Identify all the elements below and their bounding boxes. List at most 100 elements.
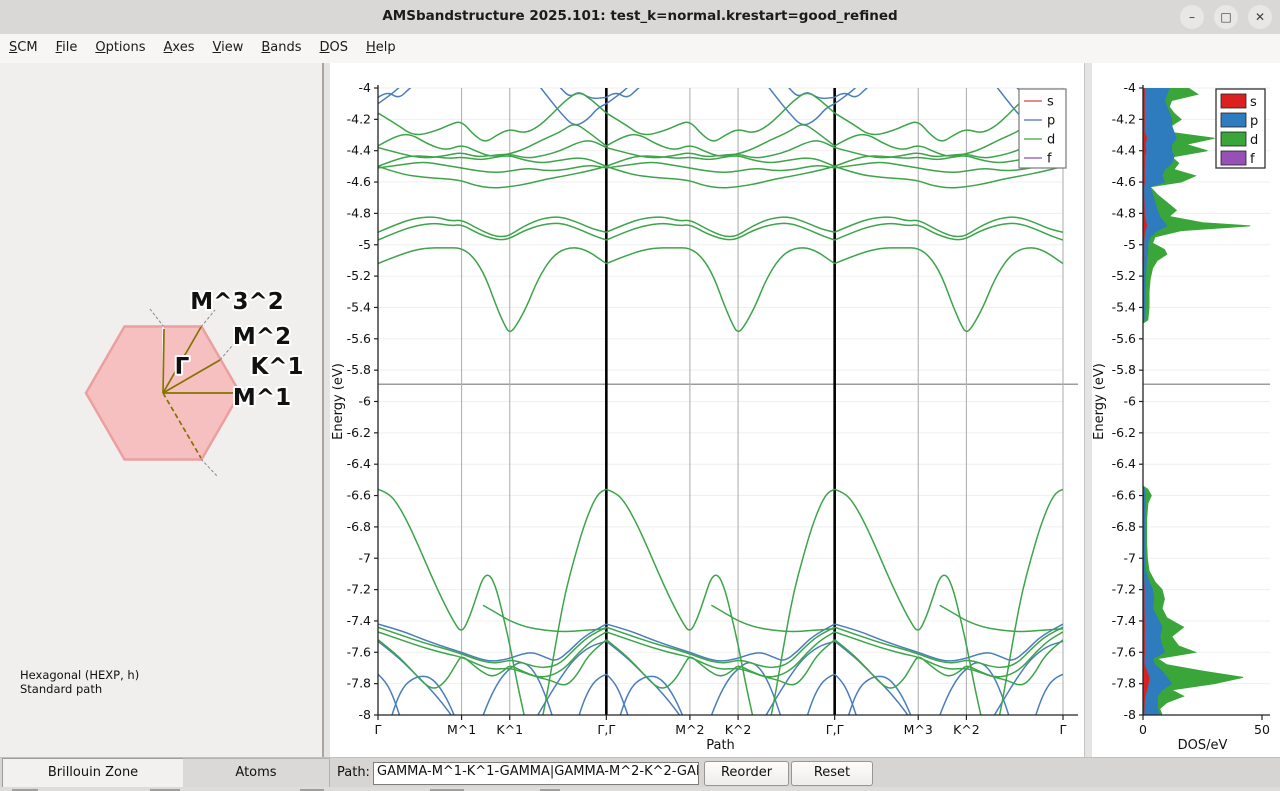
bz-label: K^1 bbox=[250, 354, 303, 380]
svg-text:-8: -8 bbox=[1124, 707, 1137, 722]
svg-text:-7.8: -7.8 bbox=[347, 676, 371, 691]
menu-options[interactable]: Options bbox=[86, 34, 154, 55]
window-title: AMSbandstructure 2025.101: test_k=normal… bbox=[0, 8, 1280, 24]
svg-text:-5.2: -5.2 bbox=[1112, 268, 1136, 283]
svg-text:-7.2: -7.2 bbox=[347, 582, 371, 597]
bz-label: M^2 bbox=[233, 324, 291, 350]
tab-atoms[interactable]: Atoms bbox=[183, 758, 330, 788]
svg-text:DOS/eV: DOS/eV bbox=[1178, 738, 1228, 753]
menu-axes[interactable]: Axes bbox=[155, 34, 204, 55]
bottom-bar: Brillouin Zone Atoms Path: GAMMA-M^1-K^1… bbox=[0, 757, 1280, 788]
svg-text:-6.6: -6.6 bbox=[1112, 488, 1136, 503]
svg-text:M^1: M^1 bbox=[447, 722, 476, 737]
reset-button[interactable]: Reset bbox=[791, 761, 873, 786]
svg-text:K^2: K^2 bbox=[953, 722, 980, 737]
svg-text:-7: -7 bbox=[359, 550, 371, 565]
svg-text:-5: -5 bbox=[1124, 237, 1136, 252]
svg-text:-4: -4 bbox=[359, 80, 372, 95]
svg-text:-5.2: -5.2 bbox=[347, 268, 371, 283]
svg-text:-6: -6 bbox=[1124, 394, 1137, 409]
svg-text:-5: -5 bbox=[359, 237, 371, 252]
app-window: AMSbandstructure 2025.101: test_k=normal… bbox=[0, 0, 1280, 791]
svg-text:-7.8: -7.8 bbox=[1112, 676, 1136, 691]
svg-text:-7.2: -7.2 bbox=[1112, 582, 1136, 597]
svg-text:d: d bbox=[1250, 133, 1258, 148]
svg-text:-7: -7 bbox=[1124, 550, 1136, 565]
svg-text:-6: -6 bbox=[359, 394, 372, 409]
svg-text:-6.8: -6.8 bbox=[347, 519, 371, 534]
svg-text:K^2: K^2 bbox=[725, 722, 752, 737]
svg-text:p: p bbox=[1047, 114, 1055, 129]
menu-file[interactable]: File bbox=[47, 34, 87, 55]
close-icon[interactable]: ✕ bbox=[1248, 5, 1272, 29]
bz-label: M^1 bbox=[233, 385, 291, 411]
svg-text:-5.6: -5.6 bbox=[1112, 331, 1136, 346]
svg-text:-6.2: -6.2 bbox=[347, 425, 371, 440]
svg-text:-4.2: -4.2 bbox=[347, 111, 371, 126]
menu-dos[interactable]: DOS bbox=[311, 34, 358, 55]
svg-text:-5.8: -5.8 bbox=[347, 362, 371, 377]
menu-bands[interactable]: Bands bbox=[252, 34, 310, 55]
minimize-icon[interactable]: – bbox=[1180, 5, 1204, 29]
svg-text:M^3: M^3 bbox=[904, 722, 933, 737]
svg-text:Γ: Γ bbox=[375, 722, 382, 737]
svg-text:-7.6: -7.6 bbox=[1112, 644, 1136, 659]
dos-plot[interactable]: -4-4.2-4.4-4.6-4.8-5-5.2-5.4-5.6-5.8-6-6… bbox=[1092, 63, 1280, 757]
svg-text:-6.6: -6.6 bbox=[347, 488, 371, 503]
svg-text:Energy (eV): Energy (eV) bbox=[1092, 363, 1107, 440]
svg-text:-4.4: -4.4 bbox=[347, 143, 371, 158]
svg-text:-4.8: -4.8 bbox=[1112, 205, 1136, 220]
dos-panel: -4-4.2-4.4-4.6-4.8-5-5.2-5.4-5.6-5.8-6-6… bbox=[1092, 63, 1280, 757]
svg-text:Γ: Γ bbox=[1060, 722, 1067, 737]
svg-text:p: p bbox=[1250, 114, 1258, 129]
svg-text:-8: -8 bbox=[359, 707, 372, 722]
svg-text:Γ,Γ: Γ,Γ bbox=[597, 722, 615, 737]
brillouin-zone-plot[interactable]: M^3^2 M^2 Γ K^1 M^1 bbox=[0, 63, 322, 757]
path-input[interactable]: GAMMA-M^1-K^1-GAMMA|GAMMA-M^2-K^2-GAM bbox=[373, 762, 699, 785]
svg-text:-4.8: -4.8 bbox=[347, 205, 371, 220]
svg-text:K^1: K^1 bbox=[496, 722, 523, 737]
svg-text:-7.6: -7.6 bbox=[347, 644, 371, 659]
maximize-icon[interactable]: □ bbox=[1214, 5, 1238, 29]
window-bottom-edge bbox=[0, 787, 1280, 791]
band-structure-plot[interactable]: -4 -4.2 -4.4 -4.6 -4.8 -5 -5.2 -5.4 -5.6 -5.8 -6 -6… bbox=[330, 63, 1084, 757]
svg-text:M^2: M^2 bbox=[675, 722, 704, 737]
tab-brillouin-zone[interactable]: Brillouin Zone bbox=[2, 758, 184, 787]
svg-text:-5.6: -5.6 bbox=[347, 331, 371, 346]
main-area: M^3^2 M^2 Γ K^1 M^1 Hexagonal (HEXP, h) Stan… bbox=[0, 63, 1280, 757]
svg-text:-6.4: -6.4 bbox=[1112, 456, 1136, 471]
svg-text:-5.4: -5.4 bbox=[347, 299, 371, 314]
svg-text:-5.4: -5.4 bbox=[1112, 299, 1136, 314]
lattice-type: Hexagonal (HEXP, h) bbox=[20, 668, 139, 682]
svg-text:f: f bbox=[1250, 152, 1255, 167]
svg-text:Energy (eV): Energy (eV) bbox=[331, 363, 346, 440]
svg-text:Γ,Γ: Γ,Γ bbox=[826, 722, 844, 737]
bz-label: M^3^2 bbox=[190, 289, 283, 315]
path-label: Path: bbox=[337, 765, 370, 780]
svg-text:-7.4: -7.4 bbox=[1112, 613, 1136, 628]
path-type: Standard path bbox=[20, 682, 139, 696]
svg-text:d: d bbox=[1047, 133, 1055, 148]
band-structure-panel: -4 -4.2 -4.4 -4.6 -4.8 -5 -5.2 -5.4 -5.6 -5.8 -6 -6… bbox=[330, 63, 1084, 757]
brillouin-zone-panel: M^3^2 M^2 Γ K^1 M^1 Hexagonal (HEXP, h) Stan… bbox=[0, 63, 322, 757]
lattice-info: Hexagonal (HEXP, h) Standard path bbox=[20, 668, 139, 696]
svg-text:-6.8: -6.8 bbox=[1112, 519, 1136, 534]
svg-text:Path: Path bbox=[706, 738, 735, 753]
svg-text:f: f bbox=[1047, 152, 1052, 167]
svg-text:s: s bbox=[1047, 95, 1054, 110]
svg-text:0: 0 bbox=[1139, 722, 1147, 737]
svg-text:-6.4: -6.4 bbox=[347, 456, 371, 471]
svg-text:-4: -4 bbox=[1124, 80, 1137, 95]
bz-label: Γ bbox=[175, 354, 190, 380]
svg-text:-4.6: -4.6 bbox=[347, 174, 371, 189]
svg-text:-6.2: -6.2 bbox=[1112, 425, 1136, 440]
svg-text:-4.4: -4.4 bbox=[1112, 143, 1136, 158]
svg-text:-5.8: -5.8 bbox=[1112, 362, 1136, 377]
menu-scm[interactable]: SCM bbox=[0, 34, 47, 55]
svg-text:-7.4: -7.4 bbox=[347, 613, 371, 628]
svg-text:-4.2: -4.2 bbox=[1112, 111, 1136, 126]
menu-help[interactable]: Help bbox=[357, 34, 405, 55]
reorder-button[interactable]: Reorder bbox=[704, 761, 789, 786]
menu-bar: SCMFileOptionsAxesViewBandsDOSHelp bbox=[0, 34, 1280, 64]
menu-view[interactable]: View bbox=[204, 34, 253, 55]
